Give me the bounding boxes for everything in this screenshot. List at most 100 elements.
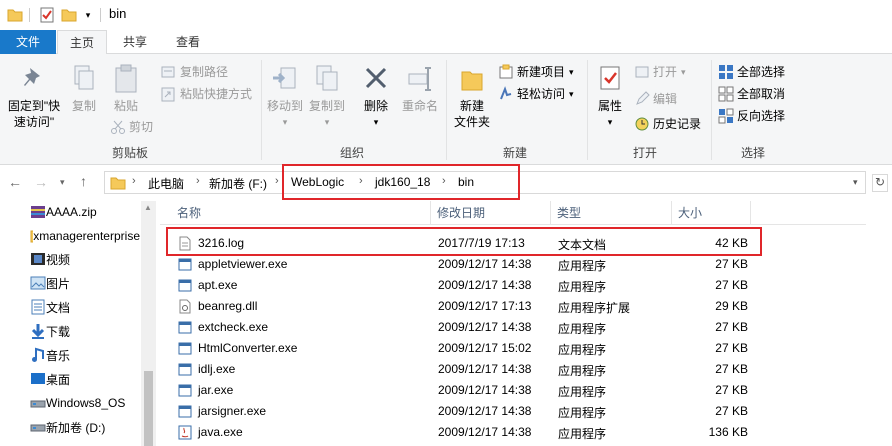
table-row[interactable]: appletviewer.exe 2009/12/17 14:38 应用程序 2…: [168, 254, 748, 275]
tab-file[interactable]: 文件: [0, 30, 56, 54]
copy-button[interactable]: 复制: [66, 64, 102, 114]
file-size: 27 KB: [715, 404, 748, 418]
copy-to-button[interactable]: 复制到 ▾: [306, 64, 348, 130]
scroll-up-icon[interactable]: ▲: [144, 203, 152, 212]
move-to-dropdown-icon: ▾: [282, 117, 288, 127]
file-size: 27 KB: [715, 320, 748, 334]
cut-button[interactable]: 剪切: [110, 117, 153, 137]
easy-access-icon: [500, 86, 512, 100]
table-row[interactable]: jarsigner.exe 2009/12/17 14:38 应用程序 27 K…: [168, 401, 748, 422]
nav-item[interactable]: 桌面: [30, 368, 140, 390]
nav-item-label: 图片: [46, 276, 71, 291]
open-dropdown-icon: ▾: [681, 67, 686, 77]
nav-item[interactable]: xmanagerenterprise: [30, 225, 140, 247]
pin-icon: [24, 68, 40, 86]
delete-button[interactable]: 删除 ▾: [358, 64, 394, 130]
breadcrumb-this-pc[interactable]: 此电脑: [148, 175, 184, 192]
move-to-button[interactable]: 移动到 ▾: [264, 64, 306, 130]
nav-item[interactable]: 新加卷 (D:): [30, 416, 140, 438]
exe-icon: [178, 384, 192, 397]
table-row[interactable]: extcheck.exe 2009/12/17 14:38 应用程序 27 KB: [168, 317, 748, 338]
header-rule: [160, 201, 866, 225]
customize-quick-access-icon[interactable]: ▾: [82, 6, 94, 24]
tab-share[interactable]: 共享: [110, 30, 160, 54]
recent-locations-icon[interactable]: ▾: [60, 177, 65, 188]
table-row[interactable]: idlj.exe 2009/12/17 14:38 应用程序 27 KB: [168, 359, 748, 380]
nav-item-label: AAAA.zip: [46, 205, 97, 219]
paste-shortcut-button[interactable]: 粘贴快捷方式: [160, 84, 252, 104]
rename-button[interactable]: 重命名: [398, 64, 442, 114]
new-item-button[interactable]: 新建项目 ▾: [498, 62, 574, 82]
properties-dropdown-icon: ▾: [607, 117, 613, 127]
copy-path-label: 复制路径: [180, 65, 229, 79]
copy-path-button[interactable]: 复制路径: [160, 62, 228, 82]
folder-icon: [6, 6, 24, 24]
table-row[interactable]: apt.exe 2009/12/17 14:38 应用程序 27 KB: [168, 275, 748, 296]
nav-item[interactable]: 视频: [30, 248, 140, 270]
select-all-button[interactable]: 全部选择: [718, 62, 785, 82]
folder-icon: [110, 177, 126, 190]
select-none-button[interactable]: 全部取消: [718, 84, 785, 104]
rename-label: 重命名: [401, 99, 438, 113]
nav-item[interactable]: Windows8_OS: [30, 392, 140, 414]
pin-to-quick-access-button[interactable]: 固定到"快 速访问": [4, 64, 64, 130]
file-type: 应用程序: [558, 343, 607, 357]
scissors-icon: [111, 120, 125, 134]
breadcrumb-drive-f[interactable]: 新加卷 (F:): [209, 175, 267, 192]
dll-icon: [179, 299, 191, 314]
select-none-label: 全部取消: [737, 87, 786, 101]
clipboard-group-label: 剪贴板: [111, 146, 148, 160]
video-icon: [31, 253, 45, 265]
table-row[interactable]: HtmlConverter.exe 2009/12/17 15:02 应用程序 …: [168, 338, 748, 359]
nav-item-label: 文档: [46, 300, 71, 315]
ribbon: 固定到"快 速访问" 复制 粘贴 复制路径 粘贴快捷方式 剪切 剪贴板 移动到 …: [0, 54, 892, 165]
chevron-right-icon: ›: [196, 175, 200, 187]
copy-label: 复制: [71, 99, 96, 113]
new-group-label: 新建: [502, 146, 527, 160]
pin-label-1: 固定到"快: [7, 99, 61, 113]
file-date: 2009/12/17 14:38: [438, 257, 532, 271]
nav-item[interactable]: 下载: [30, 320, 140, 342]
easy-access-label: 轻松访问: [517, 87, 566, 101]
properties-button[interactable]: 属性 ▾: [592, 64, 628, 130]
nav-scrollbar[interactable]: ▲: [141, 201, 156, 446]
delete-x-icon: [365, 67, 387, 89]
table-row[interactable]: jar.exe 2009/12/17 14:38 应用程序 27 KB: [168, 380, 748, 401]
properties-quick-icon[interactable]: [38, 6, 56, 24]
tab-view[interactable]: 查看: [163, 30, 213, 54]
nav-item-label: 视频: [46, 252, 71, 267]
open-button[interactable]: 打开 ▾: [634, 62, 686, 82]
table-row[interactable]: java.exe 2009/12/17 14:38 应用程序 136 KB: [168, 422, 748, 443]
address-dropdown-icon[interactable]: ▾: [853, 177, 858, 188]
exe-icon: [178, 363, 192, 376]
file-size: 136 KB: [708, 425, 748, 439]
file-name: HtmlConverter.exe: [198, 341, 298, 355]
select-group-label: 选择: [740, 146, 765, 160]
file-name: extcheck.exe: [198, 320, 269, 334]
new-folder-quick-icon[interactable]: [60, 6, 78, 24]
easy-access-button[interactable]: 轻松访问 ▾: [498, 84, 574, 104]
nav-item-label: xmanagerenterprise: [33, 229, 140, 243]
nav-item[interactable]: AAAA.zip: [30, 201, 140, 223]
forward-arrow-icon[interactable]: →: [34, 174, 48, 190]
file-name: jarsigner.exe: [198, 404, 267, 418]
table-row[interactable]: beanreg.dll 2009/12/17 17:13 应用程序扩展 29 K…: [168, 296, 748, 317]
title-bar: ▾ bin: [0, 0, 892, 30]
edit-button[interactable]: 编辑: [634, 89, 677, 109]
nav-item[interactable]: 文档: [30, 296, 140, 318]
scroll-thumb[interactable]: [144, 371, 153, 446]
file-date: 2009/12/17 14:38: [438, 362, 532, 376]
zip-icon: [31, 206, 45, 218]
refresh-icon[interactable]: ↻: [872, 174, 888, 192]
paste-button[interactable]: 粘贴: [106, 64, 146, 114]
ribbon-tabs: 文件 主页 共享 查看: [0, 30, 892, 55]
tab-home[interactable]: 主页: [57, 30, 107, 55]
file-type: 应用程序: [558, 364, 607, 378]
new-folder-button[interactable]: 新建 文件夹: [450, 64, 494, 130]
nav-item[interactable]: 音乐: [30, 344, 140, 366]
back-arrow-icon[interactable]: ←: [8, 174, 22, 190]
nav-item[interactable]: 图片: [30, 272, 140, 294]
history-button[interactable]: 历史记录: [634, 114, 701, 134]
up-arrow-icon[interactable]: ↑: [80, 173, 87, 189]
invert-selection-button[interactable]: 反向选择: [718, 106, 785, 126]
